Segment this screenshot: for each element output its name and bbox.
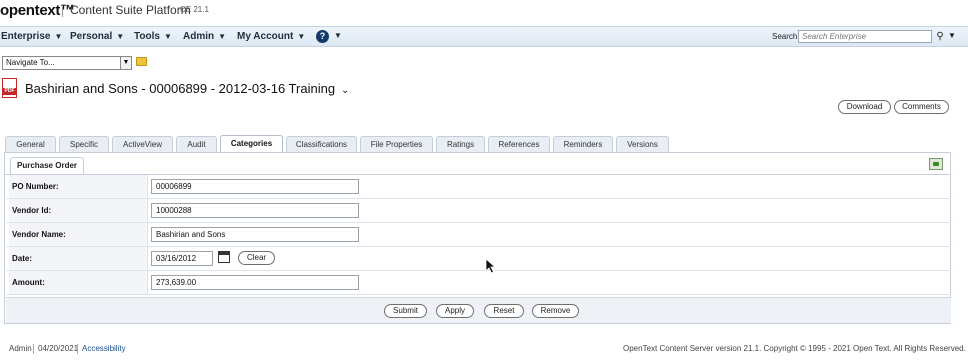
tab-classifications[interactable]: Classifications <box>286 136 357 153</box>
tab-ratings[interactable]: Ratings <box>436 136 485 153</box>
menu-tools-label: Tools <box>134 31 160 42</box>
remove-button[interactable]: Remove <box>532 304 579 318</box>
amount-field[interactable]: 273,639.00 <box>151 275 359 290</box>
footer-divider <box>77 344 78 354</box>
header-divider <box>62 4 63 17</box>
menu-enterprise-label: Enterprise <box>1 31 51 42</box>
menu-enterprise[interactable]: Enterprise ▼ <box>1 31 62 42</box>
mouse-pointer-icon <box>485 258 497 274</box>
version-label: CE 21.1 <box>180 5 209 14</box>
menu-admin-label: Admin <box>183 31 215 42</box>
po-number-field[interactable]: 00006899 <box>151 179 359 194</box>
footer-copyright: OpenText Content Server version 21.1. Co… <box>623 344 966 353</box>
tab-specific[interactable]: Specific <box>59 136 109 153</box>
global-menu-bar: Enterprise ▼ Personal ▼ Tools ▼ Admin ▼ My A… <box>0 26 968 47</box>
footer-date: 04/20/2021 <box>38 344 79 353</box>
comments-button[interactable]: Comments <box>894 100 949 114</box>
calendar-icon[interactable] <box>218 251 230 263</box>
submit-button[interactable]: Submit <box>384 304 427 318</box>
product-name: Content Suite Platform <box>70 3 191 17</box>
chevron-down-icon: ▼ <box>163 32 172 41</box>
amount-label: Amount: <box>9 271 148 294</box>
attribute-row-vendor-id: Vendor Id: 10000288 <box>6 199 951 223</box>
attribute-row-po-number: PO Number: 00006899 <box>6 175 951 199</box>
menu-my-account[interactable]: My Account ▼ <box>237 31 305 42</box>
tab-references[interactable]: References <box>488 136 550 153</box>
clear-date-button[interactable]: Clear <box>238 251 275 265</box>
vendor-name-label: Vendor Name: <box>9 223 148 246</box>
folder-icon[interactable] <box>136 57 147 66</box>
po-number-label: PO Number: <box>9 175 148 198</box>
attribute-row-vendor-name: Vendor Name: Bashirian and Sons <box>6 223 951 247</box>
tab-file-properties[interactable]: File Properties <box>360 136 433 153</box>
categories-panel: Purchase Order PO Number: 00006899 Vendo… <box>4 152 951 324</box>
chevron-down-icon: ▼ <box>54 32 63 41</box>
search-icon[interactable]: ⚲ <box>934 30 946 43</box>
download-button[interactable]: Download <box>838 100 891 114</box>
vendor-id-field[interactable]: 10000288 <box>151 203 359 218</box>
menu-personal-label: Personal <box>70 31 113 42</box>
page-footer: Admin 04/20/2021 Accessibility OpenText … <box>0 337 968 361</box>
tab-activeview[interactable]: ActiveView <box>112 136 173 153</box>
chevron-down-icon: ▼ <box>297 32 306 41</box>
export-icon[interactable] <box>929 158 943 170</box>
tab-versions[interactable]: Versions <box>616 136 669 153</box>
date-field[interactable]: 03/16/2012 <box>151 251 213 266</box>
menu-tools[interactable]: Tools ▼ <box>134 31 172 42</box>
search-input[interactable] <box>798 30 932 43</box>
form-button-bar: Submit Apply Reset Remove <box>6 297 951 323</box>
menu-personal[interactable]: Personal ▼ <box>70 31 124 42</box>
subtab-purchase-order[interactable]: Purchase Order <box>10 157 84 174</box>
pdf-icon-band: PDF <box>2 88 17 95</box>
attribute-row-date: Date: 03/16/2012 Clear <box>6 247 951 271</box>
help-chevron-down-icon[interactable]: ▼ <box>334 31 342 40</box>
apply-button[interactable]: Apply <box>436 304 474 318</box>
chevron-down-icon: ⌄ <box>341 85 350 96</box>
menu-admin[interactable]: Admin ▼ <box>183 31 226 42</box>
tab-categories[interactable]: Categories <box>220 135 283 153</box>
document-title-text: Bashirian and Sons - 00006899 - 2012-03-… <box>25 81 336 96</box>
navigate-to-value: Navigate To... <box>6 58 55 67</box>
chevron-down-icon: ▼ <box>116 32 125 41</box>
opentext-logo[interactable]: opentext™ <box>0 2 75 19</box>
footer-divider <box>33 344 34 354</box>
tab-general[interactable]: General <box>5 136 56 153</box>
reset-button[interactable]: Reset <box>484 304 524 318</box>
app-header: opentext™ Content Suite Platform CE 21.1 <box>0 0 968 24</box>
tab-audit[interactable]: Audit <box>176 136 217 153</box>
chevron-down-icon: ▼ <box>120 57 131 69</box>
properties-tabs: General Specific ActiveView Audit Catego… <box>0 135 968 153</box>
document-title[interactable]: Bashirian and Sons - 00006899 - 2012-03-… <box>25 81 349 96</box>
pdf-icon: PDF <box>2 78 17 98</box>
menu-my-account-label: My Account <box>237 31 294 42</box>
vendor-id-label: Vendor Id: <box>9 199 148 222</box>
date-label: Date: <box>9 247 148 270</box>
search-options-chevron-icon[interactable]: ▼ <box>948 31 956 40</box>
chevron-down-icon: ▼ <box>218 32 227 41</box>
tab-reminders[interactable]: Reminders <box>553 136 613 153</box>
search-label: Search <box>772 32 798 41</box>
help-icon[interactable]: ? <box>316 30 329 43</box>
navigate-to-select[interactable]: Navigate To... ▼ <box>2 56 132 70</box>
attribute-row-amount: Amount: 273,639.00 <box>6 271 951 295</box>
footer-user: Admin <box>9 344 32 353</box>
accessibility-link[interactable]: Accessibility <box>82 344 126 353</box>
vendor-name-field[interactable]: Bashirian and Sons <box>151 227 359 242</box>
